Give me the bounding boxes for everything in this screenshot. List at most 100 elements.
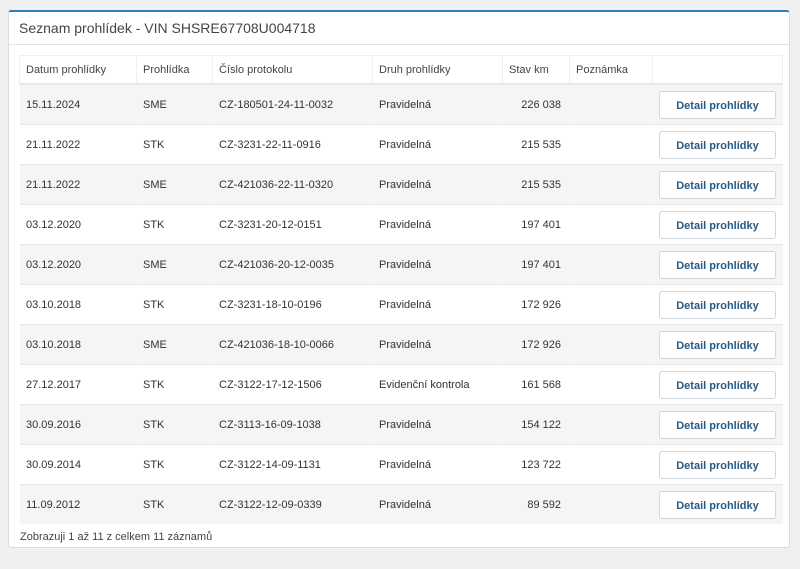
detail-inspection-button[interactable]: Detail prohlídky <box>659 370 776 399</box>
panel-title: Seznam prohlídek - VIN SHSRE67708U004718 <box>9 12 789 45</box>
cell-note <box>569 404 653 445</box>
cell-inspection-kind: Pravidelná <box>372 164 503 205</box>
inspection-list-panel: Seznam prohlídek - VIN SHSRE67708U004718… <box>8 10 790 548</box>
cell-odometer: 154 122 <box>502 404 570 445</box>
cell-note <box>569 324 653 365</box>
cell-date: 03.12.2020 <box>19 204 137 245</box>
detail-inspection-button[interactable]: Detail prohlídky <box>659 210 776 239</box>
cell-protocol-number: CZ-3231-22-11-0916 <box>212 124 373 165</box>
table-header-row: Datum prohlídky Prohlídka Číslo protokol… <box>19 55 783 85</box>
table-row: 30.09.2014 STK CZ-3122-14-09-1131 Pravideln… <box>19 444 783 485</box>
cell-inspection: STK <box>136 444 213 485</box>
cell-inspection: STK <box>136 364 213 405</box>
cell-protocol-number: CZ-421036-20-12-0035 <box>212 244 373 285</box>
cell-odometer: 172 926 <box>502 284 570 325</box>
cell-date: 03.10.2018 <box>19 284 137 325</box>
cell-inspection: STK <box>136 204 213 245</box>
cell-actions: Detail prohlídky <box>652 284 783 325</box>
table-row: 21.11.2022 STK CZ-3231-22-11-0916 Pravideln… <box>19 124 783 165</box>
header-date[interactable]: Datum prohlídky <box>19 55 137 85</box>
cell-odometer: 197 401 <box>502 204 570 245</box>
cell-actions: Detail prohlídky <box>652 83 783 125</box>
cell-actions: Detail prohlídky <box>652 204 783 245</box>
cell-inspection: SME <box>136 164 213 205</box>
header-odometer[interactable]: Stav km <box>502 55 570 85</box>
cell-actions: Detail prohlídky <box>652 444 783 485</box>
detail-inspection-button[interactable]: Detail prohlídky <box>659 450 776 479</box>
cell-note <box>569 204 653 245</box>
cell-actions: Detail prohlídky <box>652 364 783 405</box>
cell-protocol-number: CZ-180501-24-11-0032 <box>212 83 373 125</box>
cell-inspection: SME <box>136 244 213 285</box>
cell-date: 30.09.2016 <box>19 404 137 445</box>
cell-date: 11.09.2012 <box>19 484 137 524</box>
cell-inspection-kind: Pravidelná <box>372 244 503 285</box>
table-row: 03.12.2020 STK CZ-3231-20-12-0151 Pravideln… <box>19 204 783 245</box>
header-note[interactable]: Poznámka <box>569 55 653 85</box>
header-inspection[interactable]: Prohlídka <box>136 55 213 85</box>
cell-actions: Detail prohlídky <box>652 324 783 365</box>
detail-inspection-button[interactable]: Detail prohlídky <box>659 290 776 319</box>
detail-inspection-button[interactable]: Detail prohlídky <box>659 90 776 119</box>
table-row: 11.09.2012 STK CZ-3122-12-09-0339 Pravideln… <box>19 484 783 524</box>
detail-inspection-button[interactable]: Detail prohlídky <box>659 410 776 439</box>
detail-inspection-button[interactable]: Detail prohlídky <box>659 130 776 159</box>
cell-odometer: 197 401 <box>502 244 570 285</box>
cell-note <box>569 83 653 125</box>
table-row: 30.09.2016 STK CZ-3113-16-09-1038 Pravideln… <box>19 404 783 445</box>
cell-protocol-number: CZ-3122-12-09-0339 <box>212 484 373 524</box>
cell-odometer: 172 926 <box>502 324 570 365</box>
header-actions <box>652 55 783 85</box>
detail-inspection-button[interactable]: Detail prohlídky <box>659 250 776 279</box>
table-row: 15.11.2024 SME CZ-180501-24-11-0032 Pravide… <box>19 83 783 125</box>
cell-inspection-kind: Pravidelná <box>372 204 503 245</box>
cell-odometer: 89 592 <box>502 484 570 524</box>
cell-odometer: 161 568 <box>502 364 570 405</box>
cell-actions: Detail prohlídky <box>652 484 783 524</box>
cell-actions: Detail prohlídky <box>652 404 783 445</box>
cell-protocol-number: CZ-3122-14-09-1131 <box>212 444 373 485</box>
header-protocol-number[interactable]: Číslo protokolu <box>212 55 373 85</box>
detail-inspection-button[interactable]: Detail prohlídky <box>659 490 776 519</box>
cell-date: 03.10.2018 <box>19 324 137 365</box>
table-row: 21.11.2022 SME CZ-421036-22-11-0320 Pravide… <box>19 164 783 205</box>
header-inspection-kind[interactable]: Druh prohlídky <box>372 55 503 85</box>
table-body: 15.11.2024 SME CZ-180501-24-11-0032 Pravide… <box>19 83 783 524</box>
cell-note <box>569 444 653 485</box>
cell-inspection-kind: Pravidelná <box>372 124 503 165</box>
cell-odometer: 123 722 <box>502 444 570 485</box>
cell-date: 03.12.2020 <box>19 244 137 285</box>
cell-inspection-kind: Pravidelná <box>372 324 503 365</box>
cell-inspection: STK <box>136 484 213 524</box>
cell-note <box>569 284 653 325</box>
table-row: 03.10.2018 STK CZ-3231-18-10-0196 Pravideln… <box>19 284 783 325</box>
inspection-table: Datum prohlídky Prohlídka Číslo protokol… <box>19 55 783 524</box>
cell-actions: Detail prohlídky <box>652 244 783 285</box>
cell-odometer: 226 038 <box>502 83 570 125</box>
cell-inspection-kind: Evidenční kontrola <box>372 364 503 405</box>
cell-protocol-number: CZ-3231-18-10-0196 <box>212 284 373 325</box>
cell-inspection-kind: Pravidelná <box>372 404 503 445</box>
cell-inspection-kind: Pravidelná <box>372 444 503 485</box>
cell-note <box>569 364 653 405</box>
cell-note <box>569 244 653 285</box>
cell-protocol-number: CZ-3113-16-09-1038 <box>212 404 373 445</box>
table-row: 27.12.2017 STK CZ-3122-17-12-1506 Evidenční… <box>19 364 783 405</box>
cell-actions: Detail prohlídky <box>652 164 783 205</box>
cell-protocol-number: CZ-421036-18-10-0066 <box>212 324 373 365</box>
cell-date: 21.11.2022 <box>19 164 137 205</box>
detail-inspection-button[interactable]: Detail prohlídky <box>659 170 776 199</box>
cell-date: 15.11.2024 <box>19 83 137 125</box>
cell-inspection-kind: Pravidelná <box>372 484 503 524</box>
table-row: 03.10.2018 SME CZ-421036-18-10-0066 Pravide… <box>19 324 783 365</box>
cell-protocol-number: CZ-421036-22-11-0320 <box>212 164 373 205</box>
cell-odometer: 215 535 <box>502 124 570 165</box>
detail-inspection-button[interactable]: Detail prohlídky <box>659 330 776 359</box>
cell-date: 30.09.2014 <box>19 444 137 485</box>
cell-protocol-number: CZ-3231-20-12-0151 <box>212 204 373 245</box>
cell-note <box>569 164 653 205</box>
cell-inspection-kind: Pravidelná <box>372 83 503 125</box>
cell-inspection: STK <box>136 284 213 325</box>
cell-protocol-number: CZ-3122-17-12-1506 <box>212 364 373 405</box>
cell-inspection: SME <box>136 83 213 125</box>
